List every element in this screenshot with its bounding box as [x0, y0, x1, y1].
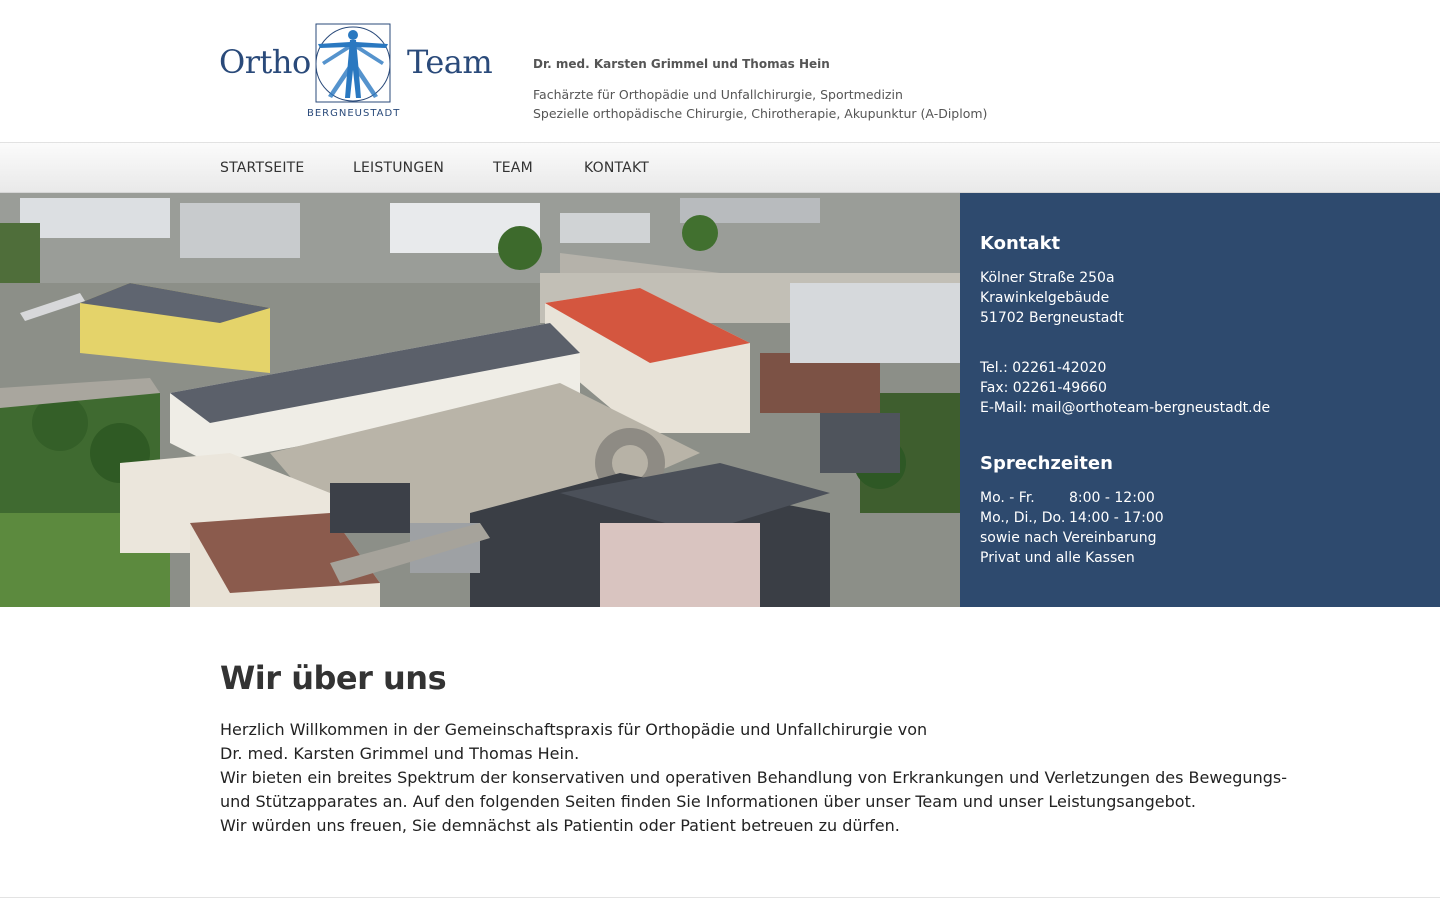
hours-row: Mo. - Fr. 8:00 - 12:00 [980, 490, 1155, 506]
hours-time: 14:00 - 17:00 [1069, 510, 1164, 526]
hours-days: Mo. - Fr. [980, 490, 1035, 506]
site-header: Ortho Team BERGNEUSTADT Dr. med. Karsten… [0, 0, 1440, 143]
specialties-line-2: Spezielle orthopädische Chirurgie, Chiro… [533, 106, 988, 121]
specialties-line-1: Fachärzte für Orthopädie und Unfallchiru… [533, 87, 903, 102]
page-title: Wir über uns [220, 659, 447, 697]
contact-title: Kontakt [980, 233, 1061, 254]
contact-email[interactable]: E-Mail: mail@orthoteam-bergneustadt.de [980, 400, 1270, 416]
contact-panel: Kontakt Kölner Straße 250a Krawinkelgebä… [960, 193, 1440, 607]
intro-line: Herzlich Willkommen in der Gemeinschafts… [220, 720, 928, 739]
contact-tel[interactable]: Tel.: 02261-42020 [980, 360, 1106, 376]
contact-city: 51702 Bergneustadt [980, 310, 1124, 326]
hours-days: Mo., Di., Do. [980, 510, 1066, 526]
site-logo[interactable]: Ortho Team BERGNEUSTADT [219, 22, 493, 122]
intro-line: Wir bieten ein breites Spektrum der kons… [220, 768, 1287, 787]
nav-item-kontakt[interactable]: KONTAKT [584, 160, 649, 176]
aerial-town-photo [0, 193, 960, 607]
logo-word-ortho: Ortho [219, 43, 311, 81]
intro-line: und Stützapparates an. Auf den folgenden… [220, 792, 1196, 811]
contact-building: Krawinkelgebäude [980, 290, 1110, 306]
hours-note-appointment: sowie nach Vereinbarung [980, 530, 1157, 546]
hours-title: Sprechzeiten [980, 453, 1113, 474]
main-navigation: STARTSEITE LEISTUNGEN TEAM KONTAKT [0, 143, 1440, 193]
hours-time: 8:00 - 12:00 [1069, 490, 1155, 506]
main-content: Wir über uns Herzlich Willkommen in der … [0, 607, 1440, 900]
nav-item-leistungen[interactable]: LEISTUNGEN [353, 160, 444, 176]
vitruvian-man-icon [315, 23, 391, 103]
hours-row: Mo., Di., Do. 14:00 - 17:00 [980, 510, 1164, 526]
contact-street: Kölner Straße 250a [980, 270, 1115, 286]
nav-item-startseite[interactable]: STARTSEITE [220, 160, 304, 176]
intro-line: Dr. med. Karsten Grimmel und Thomas Hein… [220, 744, 580, 763]
logo-word-team: Team [407, 43, 493, 81]
logo-subtitle: BERGNEUSTADT [307, 108, 401, 119]
nav-item-team[interactable]: TEAM [493, 160, 533, 176]
hero-section: Kontakt Kölner Straße 250a Krawinkelgebä… [0, 193, 1440, 607]
footer-divider [0, 897, 1440, 898]
intro-line: Wir würden uns freuen, Sie demnächst als… [220, 816, 900, 835]
contact-fax: Fax: 02261-49660 [980, 380, 1107, 396]
hours-note-insurance: Privat und alle Kassen [980, 550, 1135, 566]
doctors-names: Dr. med. Karsten Grimmel und Thomas Hein [533, 57, 830, 71]
